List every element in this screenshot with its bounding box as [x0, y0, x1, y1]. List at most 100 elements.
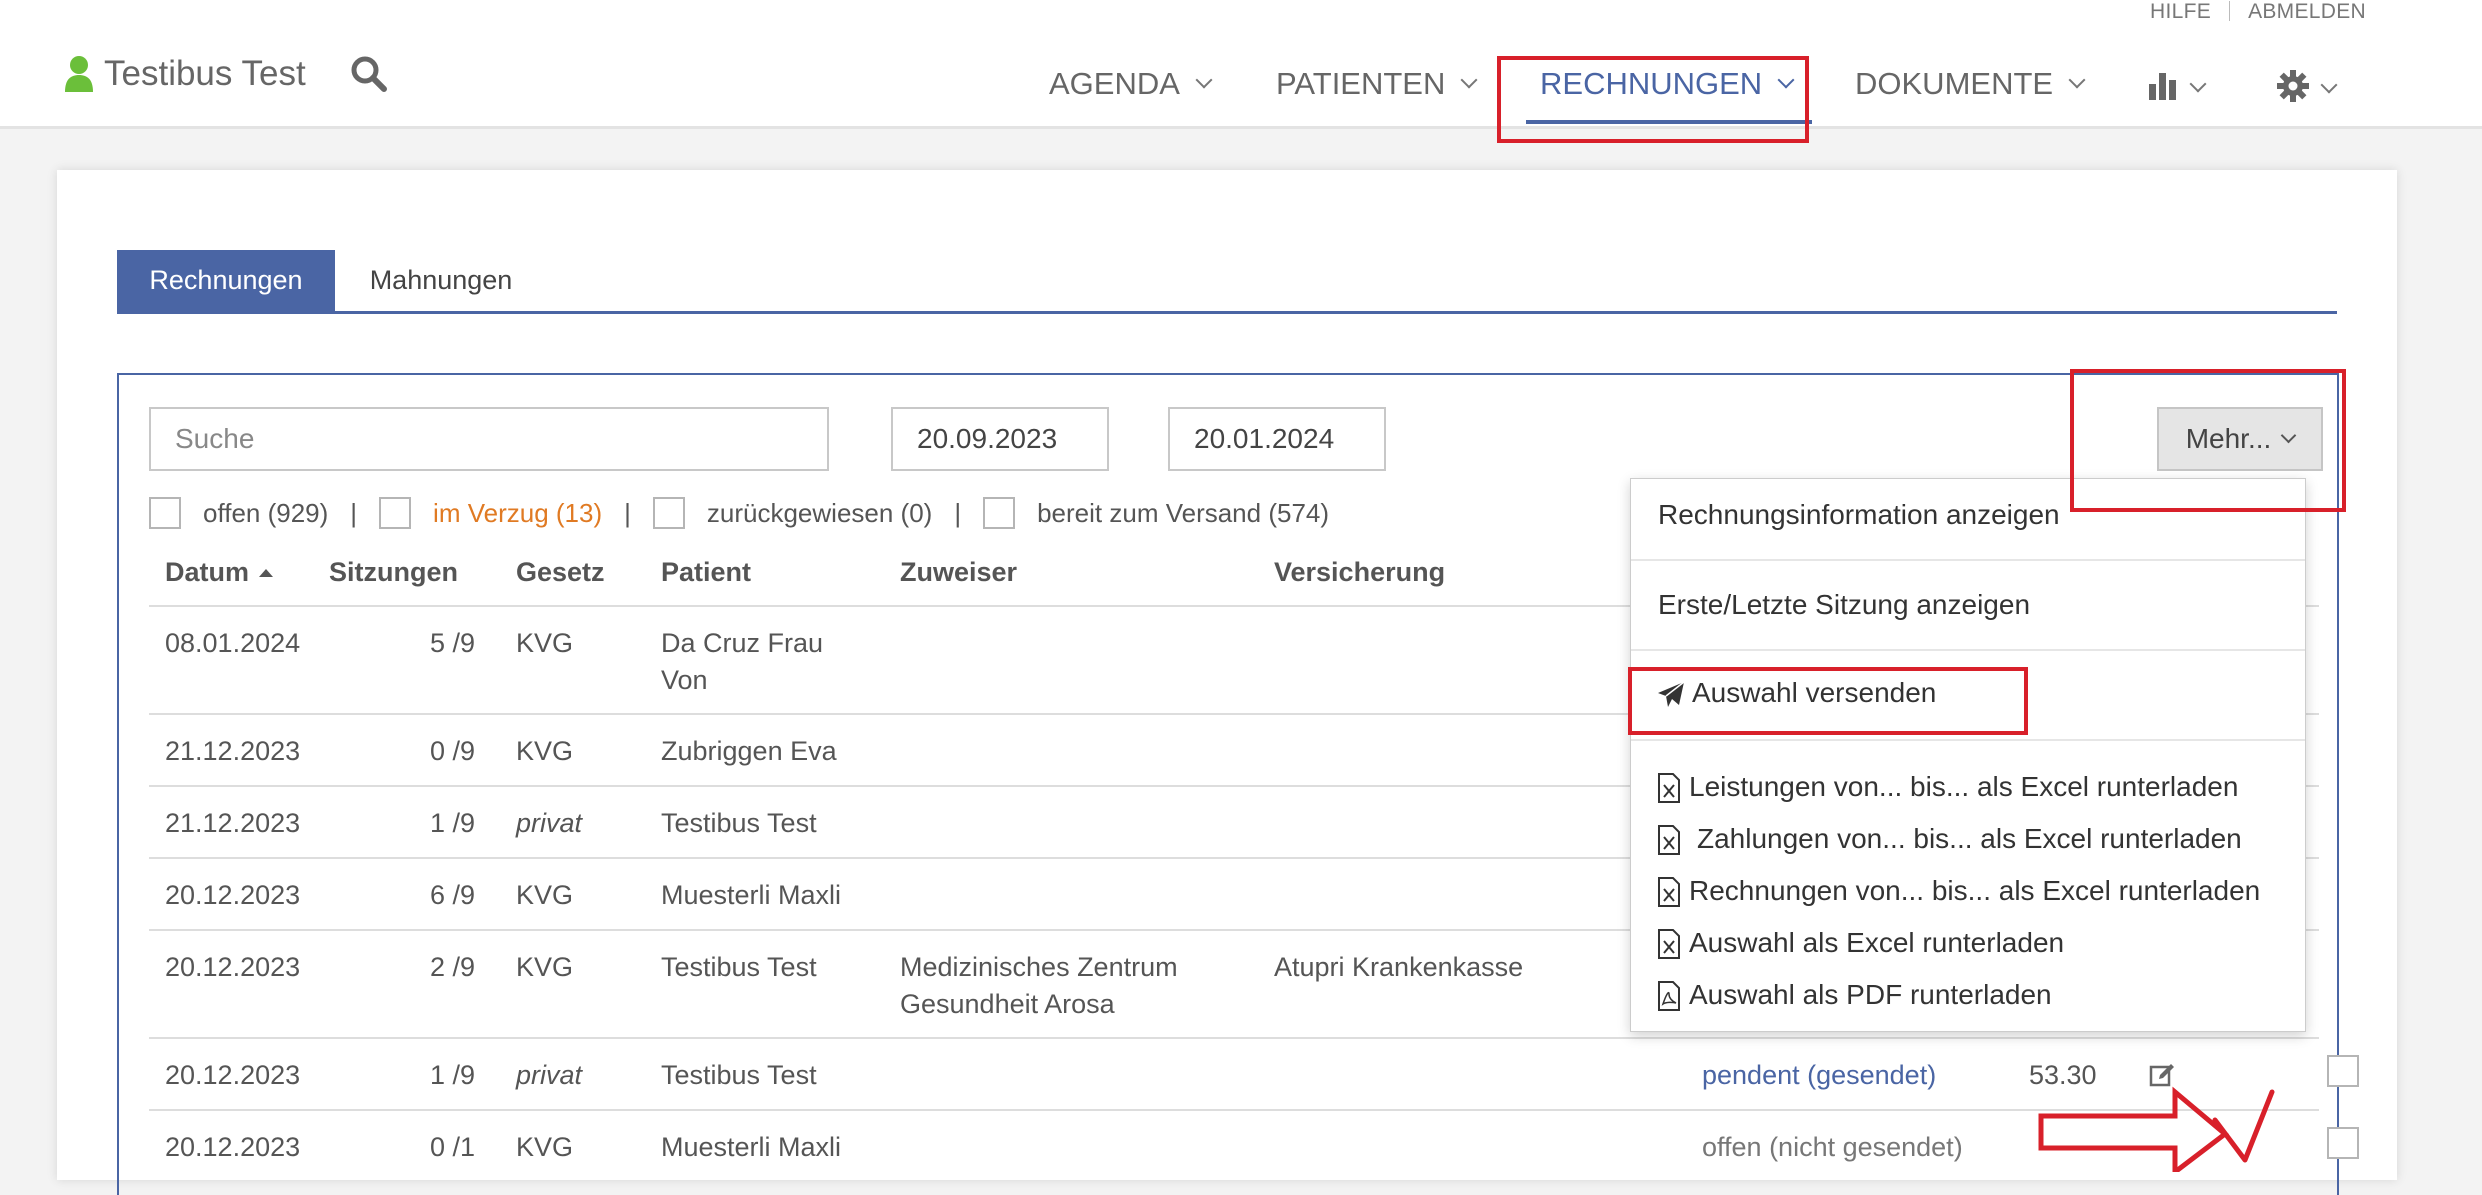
- cell-patient: Zubriggen Eva: [661, 736, 837, 766]
- cell-gesetz: KVG: [516, 952, 574, 982]
- top-links: HILFE ABMELDEN: [2150, 0, 2366, 24]
- cell-zuweiser: Medizinisches Zentrum: [900, 952, 1178, 982]
- invoice-tabs: Rechnungen Mahnungen: [117, 250, 2337, 314]
- annotation-arrow-icon: [2038, 1086, 2275, 1172]
- table-row[interactable]: 20.12.2023 1 /9 privat Testibus Test pen…: [149, 1039, 2359, 1111]
- nav-agenda[interactable]: AGENDA: [1049, 66, 1213, 102]
- nav-dokumente-label: DOKUMENTE: [1855, 66, 2054, 101]
- top-navbar: HILFE ABMELDEN Testibus Test AGENDA PATIE…: [0, 0, 2482, 129]
- date-from-field[interactable]: [891, 407, 1109, 471]
- table-row[interactable]: 20.12.2023 0 /1 KVG Muesterli Maxli offe…: [149, 1111, 2359, 1191]
- nav-settings[interactable]: [2277, 70, 2338, 107]
- menu-divider: [1631, 739, 2305, 741]
- cell-datum: 20.12.2023: [165, 952, 301, 982]
- menu-item-erste-letzte-sitzung[interactable]: Erste/Letzte Sitzung anzeigen: [1631, 561, 2305, 649]
- filter-zurueckgewiesen-label: zurückgewiesen (0): [706, 497, 933, 528]
- menu-item-leistungen-excel[interactable]: Leistungen von... bis... als Excel runte…: [1631, 761, 2305, 813]
- filter-separator: |: [954, 497, 962, 528]
- highlight-box-more-button: [2070, 369, 2346, 512]
- filter-bereit-label: bereit zum Versand (574): [1037, 497, 1330, 528]
- nav-patienten[interactable]: PATIENTEN: [1276, 66, 1478, 102]
- excel-file-icon: [1658, 773, 1680, 803]
- cell-sitzungen: 0 /9: [429, 736, 475, 766]
- pdf-file-icon: [1658, 981, 1680, 1011]
- chevron-down-icon: [2068, 71, 2086, 89]
- menu-item-label: Auswahl als PDF runterladen: [1689, 979, 2052, 1010]
- nav-dokumente[interactable]: DOKUMENTE: [1855, 66, 2086, 102]
- column-datum-label: Datum: [165, 557, 250, 587]
- row-select-checkbox[interactable]: [2327, 1055, 2359, 1087]
- column-zuweiser[interactable]: Zuweiser: [900, 557, 1017, 588]
- cell-gesetz: KVG: [516, 880, 574, 910]
- column-gesetz[interactable]: Gesetz: [516, 557, 605, 588]
- bar-chart-icon: [2149, 73, 2176, 100]
- menu-item-rechnungen-excel[interactable]: Rechnungen von... bis... als Excel runte…: [1631, 865, 2305, 917]
- column-datum[interactable]: Datum: [165, 557, 274, 588]
- cell-status[interactable]: pendent (gesendet): [1702, 1057, 1936, 1094]
- excel-file-icon: [1658, 825, 1680, 855]
- top-link-divider: [2229, 1, 2231, 21]
- cell-datum: 08.01.2024: [165, 628, 301, 658]
- nav-statistics[interactable]: [2148, 70, 2207, 106]
- cell-zuweiser-line2: Gesundheit Arosa: [900, 989, 1115, 1019]
- menu-item-label: Rechnungen von... bis... als Excel runte…: [1689, 875, 2261, 906]
- nav-agenda-label: AGENDA: [1049, 66, 1180, 101]
- column-versicherung[interactable]: Versicherung: [1274, 557, 1445, 588]
- chevron-down-icon: [2320, 76, 2338, 94]
- sort-ascending-icon: [259, 569, 274, 577]
- highlight-box-nav: [1497, 56, 1809, 143]
- filter-bereit-checkbox[interactable]: [983, 497, 1016, 529]
- tab-mahnungen[interactable]: Mahnungen: [335, 250, 547, 311]
- gear-icon: [2277, 70, 2309, 102]
- cell-sitzungen: 5 /9: [429, 628, 475, 658]
- column-sitzungen[interactable]: Sitzungen: [329, 557, 458, 588]
- cell-gesetz: KVG: [516, 736, 574, 766]
- menu-item-auswahl-pdf[interactable]: Auswahl als PDF runterladen: [1631, 969, 2305, 1021]
- cell-datum: 20.12.2023: [165, 1060, 301, 1090]
- logout-link[interactable]: ABMELDEN: [2248, 0, 2366, 23]
- chevron-down-icon: [1460, 71, 1478, 89]
- tab-rechnungen[interactable]: Rechnungen: [117, 250, 335, 311]
- menu-item-auswahl-excel[interactable]: Auswahl als Excel runterladen: [1631, 917, 2305, 969]
- filter-separator: |: [350, 497, 358, 528]
- filter-offen-label: offen (929): [203, 497, 329, 528]
- menu-item-zahlungen-excel[interactable]: Zahlungen von... bis... als Excel runter…: [1631, 813, 2305, 865]
- cell-patient: Testibus Test: [661, 952, 817, 982]
- excel-file-icon: [1658, 929, 1680, 959]
- cell-sitzungen: 2 /9: [429, 952, 475, 982]
- cell-status[interactable]: offen (nicht gesendet): [1702, 1129, 1963, 1166]
- help-link[interactable]: HILFE: [2150, 0, 2211, 23]
- filter-offen-checkbox[interactable]: [149, 497, 181, 529]
- menu-item-label: Auswahl als Excel runterladen: [1689, 927, 2065, 958]
- filter-im-verzug-label: im Verzug (13): [433, 497, 603, 528]
- menu-item-label: Erste/Letzte Sitzung anzeigen: [1658, 589, 2031, 620]
- menu-item-label: Leistungen von... bis... als Excel runte…: [1689, 771, 2239, 802]
- cell-sitzungen: 0 /1: [429, 1132, 475, 1162]
- menu-item-label: Zahlungen von... bis... als Excel runter…: [1697, 823, 2242, 854]
- column-patient[interactable]: Patient: [661, 557, 751, 588]
- cell-patient: Muesterli Maxli: [661, 1132, 842, 1162]
- cell-patient-line2: Von: [661, 665, 708, 695]
- filter-zurueckgewiesen-checkbox[interactable]: [652, 497, 685, 529]
- chevron-down-icon: [2189, 75, 2207, 93]
- excel-file-icon: [1658, 877, 1680, 907]
- cell-datum: 20.12.2023: [165, 1132, 301, 1162]
- cell-sitzungen: 1 /9: [429, 1060, 475, 1090]
- filter-im-verzug-checkbox[interactable]: [379, 497, 412, 529]
- date-to-field[interactable]: [1168, 407, 1386, 471]
- cell-patient: Muesterli Maxli: [661, 880, 842, 910]
- cell-sitzungen: 1 /9: [429, 808, 475, 838]
- cell-datum: 21.12.2023: [165, 736, 301, 766]
- search-input[interactable]: [149, 407, 829, 471]
- cell-gesetz: privat: [516, 808, 583, 838]
- menu-item-label: Rechnungsinformation anzeigen: [1658, 499, 2060, 530]
- row-select-checkbox[interactable]: [2327, 1127, 2359, 1159]
- cell-patient: Da Cruz Frau: [661, 628, 824, 658]
- main-nav: AGENDA PATIENTEN RECHNUNGEN DOKUMENTE: [0, 66, 2482, 126]
- cell-gesetz: KVG: [516, 628, 574, 658]
- cell-patient: Testibus Test: [661, 1060, 817, 1090]
- cell-datum: 20.12.2023: [165, 880, 301, 910]
- cell-sitzungen: 6 /9: [429, 880, 475, 910]
- highlight-box-send-selection: [1628, 667, 2028, 735]
- cell-patient: Testibus Test: [661, 808, 817, 838]
